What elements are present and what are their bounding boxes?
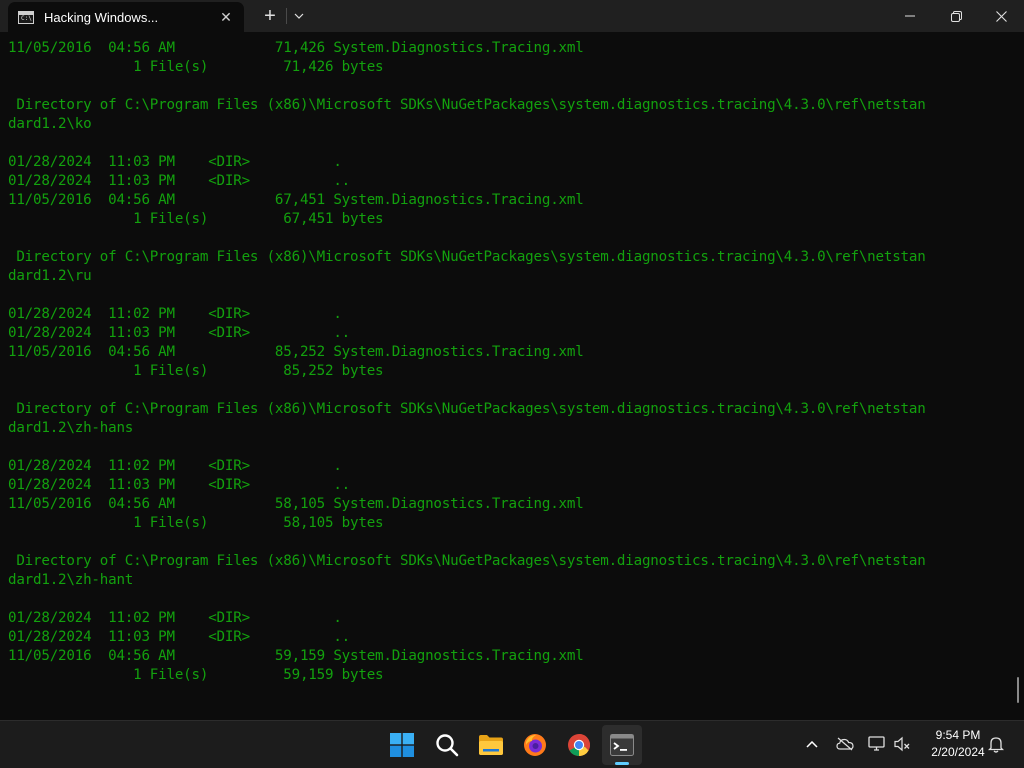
show-hidden-icons-button[interactable] (801, 733, 823, 755)
volume-muted-icon (894, 736, 910, 752)
search-icon (436, 734, 459, 757)
network-icon (868, 736, 885, 751)
bell-icon (988, 736, 1004, 753)
close-window-button[interactable] (979, 0, 1024, 32)
close-tab-button[interactable]: ✕ (212, 5, 240, 29)
terminal-line: 1 File(s) 67,451 bytes (8, 211, 384, 227)
terminal-line: 01/28/2024 11:03 PM <DIR> .. (8, 325, 351, 341)
terminal-line: 11/05/2016 04:56 AM 58,105 System.Diagno… (8, 496, 584, 512)
terminal-line: 11/05/2016 04:56 AM 71,426 System.Diagno… (8, 40, 584, 56)
terminal-line: 11/05/2016 04:56 AM 59,159 System.Diagno… (8, 648, 584, 664)
terminal-tab[interactable]: C:\ Hacking Windows... ✕ (8, 2, 244, 32)
search-button[interactable] (427, 725, 467, 765)
command-prompt-icon: C:\ (18, 10, 34, 24)
minimize-button[interactable] (887, 0, 933, 32)
terminal-output[interactable]: 11/05/2016 04:56 AM 71,426 System.Diagno… (0, 32, 1024, 720)
taskbar: 9:54 PM 2/20/2024 (0, 720, 1024, 768)
windows-logo-icon (390, 733, 414, 757)
terminal-line: dard1.2\ko (8, 116, 92, 132)
terminal-line: 11/05/2016 04:56 AM 85,252 System.Diagno… (8, 344, 584, 360)
terminal-line: Directory of C:\Program Files (x86)\Micr… (8, 249, 926, 265)
tab-title: Hacking Windows... (44, 9, 159, 25)
terminal-line: 1 File(s) 58,105 bytes (8, 515, 384, 531)
restore-icon (950, 10, 962, 22)
terminal-line: dard1.2\zh-hant (8, 572, 134, 588)
chrome-icon (568, 734, 590, 756)
network-button[interactable] (866, 733, 888, 755)
terminal-line: 01/28/2024 11:02 PM <DIR> . (8, 610, 342, 626)
new-tab-button[interactable]: + (256, 0, 284, 32)
active-app-indicator (615, 762, 629, 765)
onedrive-button[interactable] (834, 733, 856, 755)
restore-button[interactable] (933, 0, 979, 32)
start-button[interactable] (382, 725, 422, 765)
terminal-line: Directory of C:\Program Files (x86)\Micr… (8, 553, 926, 569)
terminal-button[interactable] (602, 725, 642, 765)
terminal-line: 01/28/2024 11:02 PM <DIR> . (8, 306, 342, 322)
terminal-line: dard1.2\zh-hans (8, 420, 134, 436)
close-icon (996, 10, 1007, 22)
cloud-offline-icon (836, 737, 854, 751)
terminal-line: 01/28/2024 11:03 PM <DIR> .. (8, 173, 351, 189)
minimize-icon (905, 15, 915, 17)
terminal-line: 01/28/2024 11:03 PM <DIR> .. (8, 629, 351, 645)
title-bar: C:\ Hacking Windows... ✕ + (0, 0, 1024, 32)
terminal-line: Directory of C:\Program Files (x86)\Micr… (8, 401, 926, 417)
chevron-down-icon (294, 13, 304, 19)
terminal-line: Directory of C:\Program Files (x86)\Micr… (8, 97, 926, 113)
file-explorer-button[interactable] (471, 725, 511, 765)
plus-icon: + (264, 4, 276, 27)
terminal-icon (610, 734, 634, 756)
terminal-line: 01/28/2024 11:02 PM <DIR> . (8, 458, 342, 474)
notifications-button[interactable] (985, 733, 1007, 755)
terminal-line: 11/05/2016 04:56 AM 67,451 System.Diagno… (8, 192, 584, 208)
terminal-line: 01/28/2024 11:03 PM <DIR> .. (8, 477, 351, 493)
folder-icon (479, 735, 503, 755)
scrollbar-thumb[interactable] (1017, 677, 1019, 703)
terminal-line: 1 File(s) 85,252 bytes (8, 363, 384, 379)
firefox-button[interactable] (515, 725, 555, 765)
terminal-line: 1 File(s) 71,426 bytes (8, 59, 384, 75)
close-icon: ✕ (220, 8, 232, 25)
terminal-line: 01/28/2024 11:03 PM <DIR> . (8, 154, 342, 170)
volume-button[interactable] (891, 733, 913, 755)
chrome-button[interactable] (559, 725, 599, 765)
tab-dropdown-button[interactable] (287, 0, 311, 32)
terminal-line: 1 File(s) 59,159 bytes (8, 667, 384, 683)
terminal-lines: 11/05/2016 04:56 AM 71,426 System.Diagno… (8, 39, 926, 685)
terminal-line: dard1.2\ru (8, 268, 92, 284)
chevron-up-icon (806, 740, 818, 748)
firefox-icon (524, 734, 546, 756)
